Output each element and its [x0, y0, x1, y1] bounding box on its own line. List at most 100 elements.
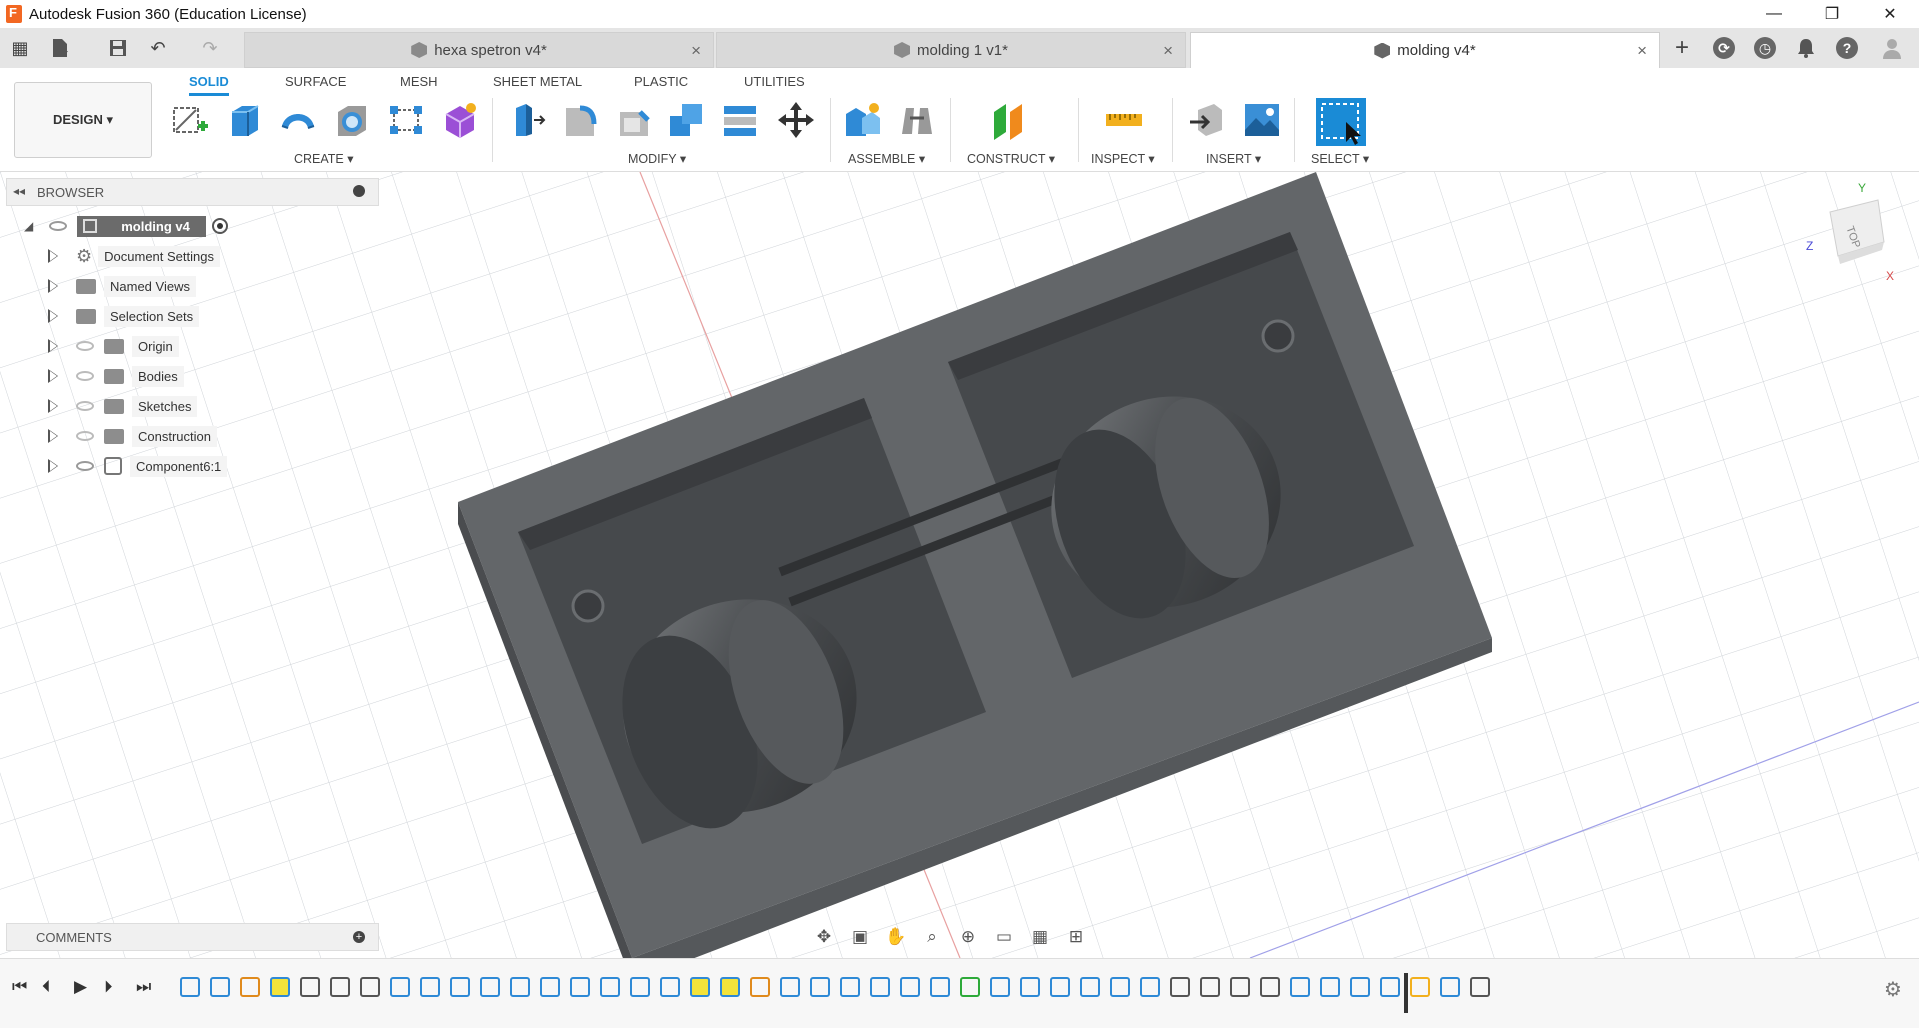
timeline-feature-icon[interactable]: [1470, 977, 1490, 997]
create-group-label[interactable]: CREATE ▾: [294, 151, 354, 166]
timeline-feature-icon[interactable]: [900, 977, 920, 997]
timeline-feature-icon[interactable]: [1080, 977, 1100, 997]
hidden-eye-icon[interactable]: [76, 371, 94, 381]
pan-hand-icon[interactable]: ✋: [882, 927, 910, 951]
step-back-icon[interactable]: ⏴: [42, 977, 51, 997]
hidden-eye-icon[interactable]: [76, 431, 94, 441]
help-icon[interactable]: ?: [1836, 37, 1858, 59]
timeline-feature-icon[interactable]: [420, 977, 440, 997]
timeline-feature-icon[interactable]: [210, 977, 230, 997]
timeline-feature-icon[interactable]: [840, 977, 860, 997]
visibility-eye-icon[interactable]: [76, 461, 94, 471]
job-status-icon[interactable]: ◷: [1754, 37, 1776, 59]
tab-close-icon[interactable]: ×: [1163, 41, 1173, 61]
browser-panel-header[interactable]: ◂◂ BROWSER: [6, 178, 379, 206]
user-avatar[interactable]: [1880, 36, 1904, 60]
tab-sheet-metal[interactable]: SHEET METAL: [493, 74, 582, 89]
zoom-icon[interactable]: ⌕: [918, 927, 946, 951]
timeline-feature-icon[interactable]: [1410, 977, 1430, 997]
tab-hexa-spetron[interactable]: hexa spetron v4* ×: [244, 32, 714, 68]
modify-group-label[interactable]: MODIFY ▾: [628, 151, 686, 166]
comments-panel[interactable]: COMMENTS +: [6, 923, 379, 951]
expand-triangle-icon[interactable]: [48, 339, 58, 353]
save-icon[interactable]: [106, 36, 130, 60]
expand-triangle-icon[interactable]: [48, 309, 58, 323]
fillet-icon[interactable]: [560, 100, 600, 140]
expanded-triangle-icon[interactable]: ◢: [24, 219, 33, 233]
create-form-icon[interactable]: [440, 100, 480, 140]
3d-canvas[interactable]: TOP Z X Y: [0, 172, 1919, 958]
timeline-feature-icon[interactable]: [1020, 977, 1040, 997]
timeline-feature-icon[interactable]: [810, 977, 830, 997]
timeline-feature-icon[interactable]: [510, 977, 530, 997]
display-settings-icon[interactable]: ▭: [990, 927, 1018, 951]
timeline-feature-icon[interactable]: [1440, 977, 1460, 997]
construct-group-label[interactable]: CONSTRUCT ▾: [967, 151, 1055, 166]
add-comment-icon[interactable]: +: [353, 931, 365, 943]
insert-group-label[interactable]: INSERT ▾: [1206, 151, 1261, 166]
close-window-button[interactable]: ✕: [1861, 0, 1919, 28]
browser-item-origin[interactable]: Origin: [48, 332, 179, 360]
settings-gear-icon[interactable]: ⚙: [1884, 977, 1902, 1002]
create-sketch-icon[interactable]: [170, 100, 210, 140]
timeline-feature-icon[interactable]: [570, 977, 590, 997]
timeline-feature-icon[interactable]: [780, 977, 800, 997]
shell-layers-icon[interactable]: [720, 100, 760, 140]
extensions-icon[interactable]: ⟳: [1713, 37, 1735, 59]
timeline-feature-icon[interactable]: [870, 977, 890, 997]
expand-triangle-icon[interactable]: [48, 459, 58, 473]
go-to-start-icon[interactable]: ⏮: [12, 977, 27, 997]
redo-icon[interactable]: ↷: [198, 36, 222, 60]
offset-plane-icon[interactable]: [990, 100, 1030, 140]
insert-canvas-icon[interactable]: [1242, 100, 1282, 140]
timeline-feature-icon[interactable]: [930, 977, 950, 997]
expand-triangle-icon[interactable]: [48, 369, 58, 383]
extrude-icon[interactable]: [224, 100, 264, 140]
timeline-marker[interactable]: [1404, 973, 1408, 1013]
look-at-icon[interactable]: ▣: [846, 927, 874, 951]
tab-close-icon[interactable]: ×: [691, 41, 701, 61]
hidden-eye-icon[interactable]: [76, 341, 94, 351]
expand-triangle-icon[interactable]: [48, 279, 58, 293]
timeline-feature-icon[interactable]: [480, 977, 500, 997]
timeline-feature-icon[interactable]: [390, 977, 410, 997]
assemble-group-label[interactable]: ASSEMBLE ▾: [848, 151, 925, 166]
browser-root-node[interactable]: ◢ molding v4: [24, 212, 228, 240]
timeline-feature-icon[interactable]: [330, 977, 350, 997]
viewports-icon[interactable]: ⊞: [1062, 927, 1090, 951]
timeline-feature-icon[interactable]: [960, 977, 980, 997]
notifications-bell-icon[interactable]: [1794, 36, 1818, 60]
tab-mesh[interactable]: MESH: [400, 74, 438, 89]
rectangular-pattern-icon[interactable]: [386, 100, 426, 140]
timeline-feature-icon[interactable]: [720, 977, 740, 997]
tab-surface[interactable]: SURFACE: [285, 74, 346, 89]
timeline-feature-icon[interactable]: [360, 977, 380, 997]
timeline-feature-icon[interactable]: [1140, 977, 1160, 997]
tab-close-icon[interactable]: ×: [1637, 41, 1647, 61]
browser-item-construction[interactable]: Construction: [48, 422, 217, 450]
joint-icon[interactable]: [896, 100, 936, 140]
expand-triangle-icon[interactable]: [48, 249, 58, 263]
timeline-feature-icon[interactable]: [180, 977, 200, 997]
timeline-feature-icon[interactable]: [300, 977, 320, 997]
workspace-switcher-button[interactable]: DESIGN ▾: [14, 82, 152, 158]
select-icon[interactable]: [1316, 98, 1366, 146]
new-component-icon[interactable]: [842, 100, 882, 140]
timeline-feature-icon[interactable]: [1170, 977, 1190, 997]
timeline-feature-icon[interactable]: [600, 977, 620, 997]
orbit-icon[interactable]: ✥: [810, 927, 838, 951]
tab-plastic[interactable]: PLASTIC: [634, 74, 688, 89]
tab-molding-1[interactable]: molding 1 v1* ×: [716, 32, 1186, 68]
play-icon[interactable]: ▶: [74, 977, 87, 997]
timeline-feature-icon[interactable]: [450, 977, 470, 997]
undo-icon[interactable]: ↶: [146, 36, 170, 60]
data-panel-grid-icon[interactable]: ▦: [8, 36, 32, 60]
timeline-feature-icon[interactable]: [1320, 977, 1340, 997]
file-menu-icon[interactable]: [48, 36, 72, 60]
timeline-feature-icon[interactable]: [660, 977, 680, 997]
restore-button[interactable]: ❐: [1803, 0, 1861, 28]
step-forward-icon[interactable]: ⏵: [104, 977, 113, 997]
timeline-feature-icon[interactable]: [630, 977, 650, 997]
browser-item-named-views[interactable]: Named Views: [48, 272, 196, 300]
measure-icon[interactable]: [1104, 100, 1144, 140]
